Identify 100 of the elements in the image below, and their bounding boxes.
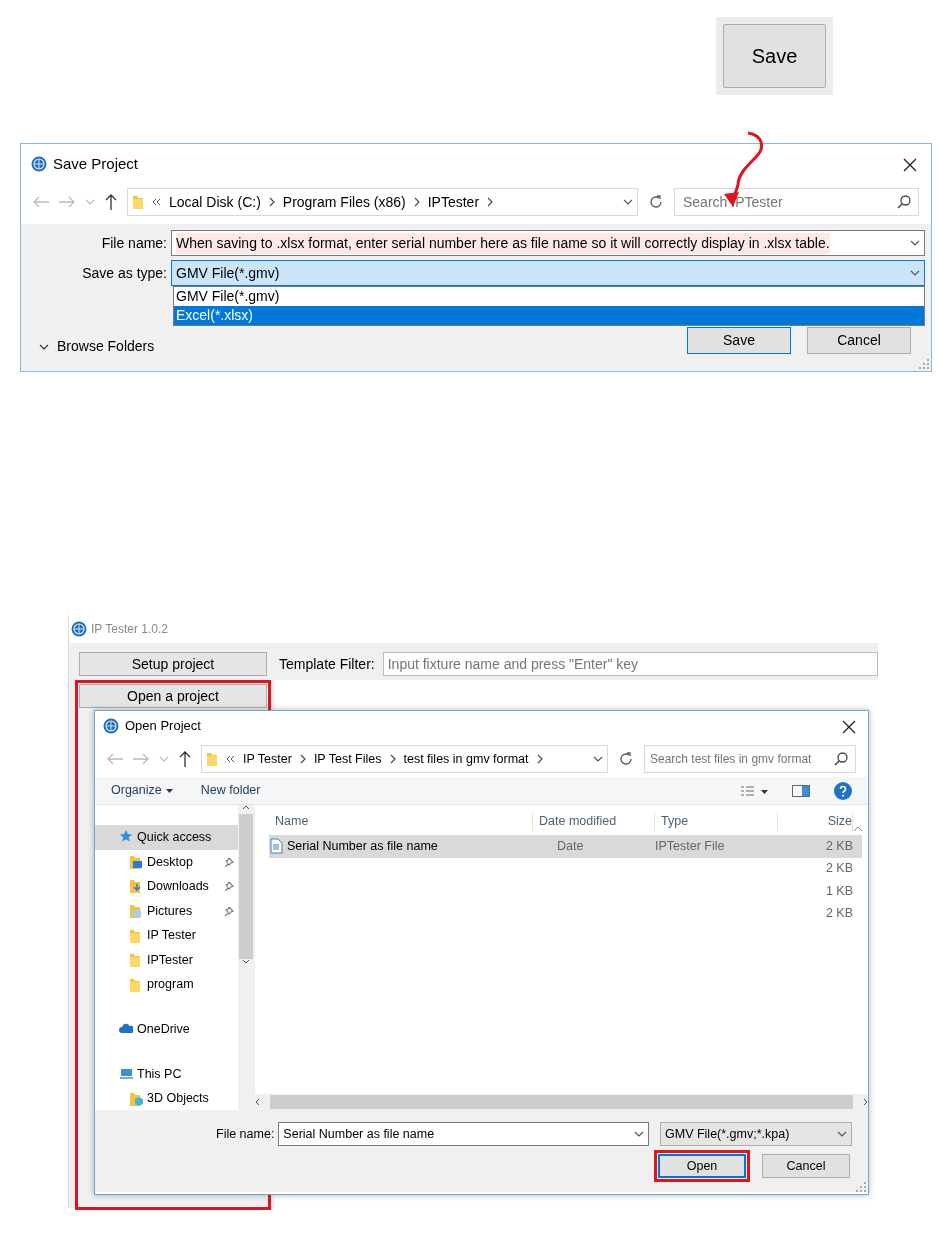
pin-icon <box>224 906 234 917</box>
column-header[interactable]: Date modified <box>533 812 655 831</box>
search-icon[interactable] <box>897 195 911 209</box>
scroll-down-icon[interactable] <box>242 959 250 964</box>
file-row[interactable]: 1 KB <box>269 880 862 903</box>
file-size: 2 KB <box>825 861 853 876</box>
pin-icon <box>224 881 234 892</box>
expand-icon[interactable] <box>39 343 49 350</box>
file-row[interactable]: 2 KB <box>269 902 862 925</box>
folder-icon <box>132 194 144 210</box>
search-icon[interactable] <box>834 752 848 766</box>
address-bar[interactable]: IP Tester IP Test Files test files in gmv format <box>201 745 608 773</box>
sidebar-item[interactable]: Quick access <box>95 825 238 850</box>
folder-icon <box>206 751 218 767</box>
breadcrumb-item[interactable]: test files in gmv format <box>403 749 529 769</box>
file-name-field[interactable]: Serial Number as file name <box>278 1122 650 1146</box>
close-icon[interactable] <box>842 719 856 734</box>
refresh-icon[interactable] <box>648 194 664 210</box>
breadcrumb-item[interactable]: IP Test Files <box>313 749 382 769</box>
file-name-field[interactable]: When saving to .xlsx format, enter serial number here as file name so it will correctly display in .xlsx table. <box>171 230 925 256</box>
dialog-button[interactable]: Open <box>658 1154 746 1178</box>
sidebar-item[interactable]: program <box>95 972 238 998</box>
dialog-title: Save Project <box>53 153 139 174</box>
dropdown-icon[interactable] <box>910 240 920 246</box>
file-type: IPTester File <box>655 838 725 853</box>
sidebar-item[interactable]: Downloads <box>95 874 238 899</box>
open-project-button[interactable]: Open a project <box>79 684 267 708</box>
downloads-folder-icon <box>129 878 143 895</box>
pictures-folder-icon <box>129 903 143 920</box>
window-title: IP Tester 1.0.2 <box>91 621 168 638</box>
file-size: 2 KB <box>825 906 853 921</box>
scrollbar[interactable] <box>255 1094 868 1110</box>
dialog-button[interactable]: Save <box>687 327 791 354</box>
scroll-right-icon[interactable] <box>863 1098 868 1106</box>
save-button[interactable]: Save <box>723 24 826 88</box>
breadcrumb-item[interactable]: Local Disk (C:) <box>169 191 261 213</box>
file-name-value: When saving to .xlsx format, enter serial number here as file name so it will correctly display in .xlsx table. <box>176 232 830 254</box>
refresh-icon[interactable] <box>618 751 634 767</box>
scrollbar[interactable] <box>238 805 254 1110</box>
close-icon[interactable] <box>903 157 917 172</box>
breadcrumb-item[interactable]: IP Tester <box>243 749 292 769</box>
folder-icon <box>129 927 143 944</box>
file-row[interactable]: Serial Number as file name Date IPTester File 2 KB <box>269 835 862 858</box>
file-type-dropdown[interactable]: GMV File(*.gmv;*.kpa) <box>660 1122 852 1146</box>
address-bar[interactable]: Local Disk (C:) Program Files (x86) IPTester <box>127 188 638 216</box>
file-type-dropdown[interactable]: GMV File(*.gmv) <box>171 260 925 286</box>
toolbar-button[interactable]: New folder <box>200 781 261 800</box>
app-logo-icon <box>31 156 47 172</box>
dropdown-option[interactable]: Excel(*.xlsx) <box>174 306 924 325</box>
up-arrow-icon[interactable] <box>105 194 117 210</box>
caret-icon <box>165 788 173 793</box>
sidebar-item[interactable]: This PC <box>95 1061 238 1087</box>
column-header[interactable]: Type <box>655 812 778 831</box>
sidebar-item[interactable]: Desktop <box>95 849 238 875</box>
breadcrumb-separator-icon <box>536 754 543 764</box>
up-arrow-icon[interactable] <box>179 751 191 767</box>
dialog-button[interactable]: Cancel <box>762 1154 850 1178</box>
objects-folder-icon <box>129 1090 143 1107</box>
file-row[interactable]: 2 KB <box>269 857 862 880</box>
breadcrumb-separator-icon <box>487 197 494 207</box>
file-date: Date <box>557 838 584 853</box>
dropdown-option[interactable]: GMV File(*.gmv) <box>174 287 924 306</box>
resize-grip-icon[interactable] <box>856 1182 866 1192</box>
file-size: 2 KB <box>825 838 853 853</box>
sidebar-item[interactable]: OneDrive <box>95 1017 238 1042</box>
breadcrumb-chevron-icon <box>152 198 161 206</box>
template-filter-field[interactable]: Input fixture name and press "Enter" key <box>382 652 878 676</box>
scroll-left-icon[interactable] <box>255 1098 260 1106</box>
field-label: File name: <box>216 1125 275 1143</box>
setup-project-button[interactable]: Setup project <box>79 652 267 676</box>
preview-pane-icon[interactable] <box>792 784 810 797</box>
pin-icon <box>224 856 234 867</box>
resize-grip-icon[interactable] <box>919 359 929 369</box>
address-dropdown-icon[interactable] <box>593 756 603 762</box>
sidebar-item[interactable]: Pictures <box>95 898 238 924</box>
view-options-icon[interactable] <box>740 784 768 797</box>
help-icon[interactable] <box>834 781 852 800</box>
sidebar-item[interactable]: IP Tester <box>95 923 238 948</box>
desktop-folder-icon <box>129 853 143 870</box>
address-dropdown-icon[interactable] <box>623 199 633 205</box>
dropdown-icon[interactable] <box>910 270 920 276</box>
browse-folders-toggle[interactable]: Browse Folders <box>33 335 161 358</box>
search-field[interactable]: Search test files in gmv format <box>644 745 856 773</box>
file-name: Serial Number as file name <box>287 837 438 855</box>
breadcrumb-item[interactable]: IPTester <box>427 191 480 213</box>
toolbar-button[interactable]: Organize <box>111 781 173 800</box>
column-header[interactable]: Name <box>269 812 533 831</box>
field-label: File name: <box>100 233 168 253</box>
file-icon <box>269 838 283 855</box>
sidebar-item[interactable]: 3D Objects <box>95 1086 238 1111</box>
breadcrumb-separator-icon <box>389 754 396 764</box>
dropdown-icon[interactable] <box>634 1131 645 1137</box>
sidebar-item[interactable]: IPTester <box>95 947 238 973</box>
folder-icon <box>129 952 143 969</box>
breadcrumb-item[interactable]: Program Files (x86) <box>282 191 406 213</box>
scroll-up-icon[interactable] <box>242 805 250 810</box>
dialog-button[interactable]: Cancel <box>807 327 911 354</box>
column-header[interactable]: Size <box>778 812 853 831</box>
dropdown-icon[interactable] <box>837 1131 847 1137</box>
breadcrumb-chevron-icon <box>226 755 235 763</box>
